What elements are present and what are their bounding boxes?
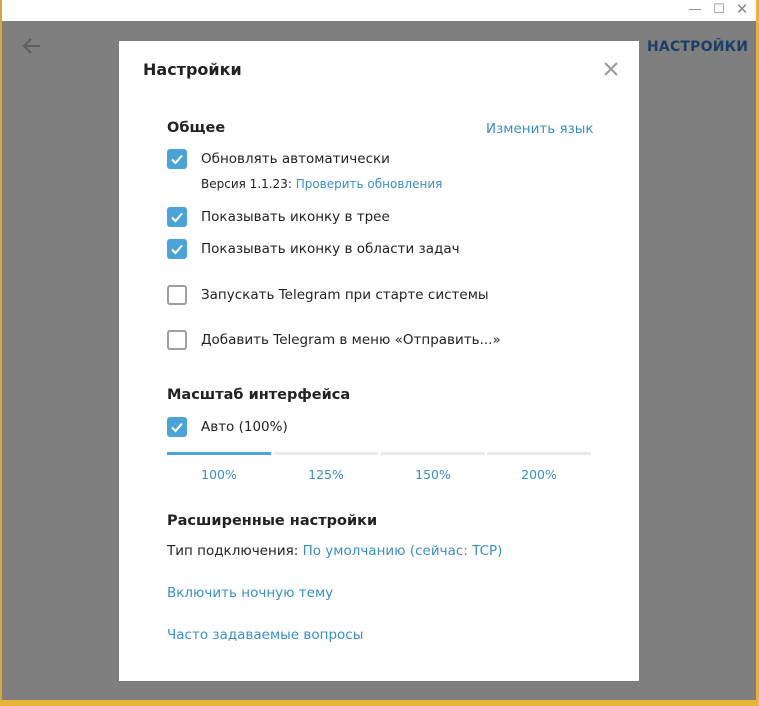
advanced-section-title: Расширенные настройки <box>167 513 378 529</box>
checkmark-icon <box>171 212 183 223</box>
autostart-label: Запускать Telegram при старте системы <box>201 287 489 303</box>
auto-update-label: Обновлять автоматически <box>201 151 390 167</box>
minimize-button[interactable]: — <box>684 0 706 21</box>
scale-option-150[interactable]: 150% <box>381 467 485 482</box>
connection-type-label: Тип подключения: <box>167 543 299 559</box>
desktop-edge-bottom <box>0 700 759 706</box>
taskbar-icon-checkbox-row[interactable]: Показывать иконку в области задач <box>167 238 460 260</box>
arrow-left-icon[interactable] <box>20 34 44 58</box>
auto-scale-checkbox-row[interactable]: Авто (100%) <box>167 416 288 438</box>
autostart-checkbox[interactable] <box>167 285 187 305</box>
auto-scale-checkbox[interactable] <box>167 417 187 437</box>
scale-segment-100[interactable] <box>167 452 271 455</box>
scale-option-100[interactable]: 100% <box>167 467 271 482</box>
night-mode-link[interactable]: Включить ночную тему <box>167 585 333 601</box>
close-icon[interactable] <box>600 58 622 80</box>
version-text: Версия 1.1.23: <box>201 177 292 191</box>
taskbar-icon-label: Показывать иконку в области задач <box>201 241 460 257</box>
checkmark-icon <box>171 422 183 433</box>
checkmark-icon <box>171 154 183 165</box>
send-to-menu-checkbox[interactable] <box>167 330 187 350</box>
autostart-checkbox-row[interactable]: Запускать Telegram при старте системы <box>167 284 489 306</box>
taskbar-icon-checkbox[interactable] <box>167 239 187 259</box>
faq-link[interactable]: Часто задаваемые вопросы <box>167 627 363 643</box>
tray-icon-checkbox-row[interactable]: Показывать иконку в трее <box>167 206 390 228</box>
dialog-title: Настройки <box>143 60 242 79</box>
send-to-menu-label: Добавить Telegram в меню «Отправить...» <box>201 332 501 348</box>
send-to-menu-checkbox-row[interactable]: Добавить Telegram в меню «Отправить...» <box>167 329 501 351</box>
scale-section-title: Масштаб интерфейса <box>167 387 351 403</box>
scale-segment-200[interactable] <box>487 452 591 455</box>
header-settings-label: НАСТРОЙКИ <box>647 39 749 55</box>
version-line: Версия 1.1.23: Проверить обновления <box>201 177 442 191</box>
connection-type-line: Тип подключения: По умолчанию (сейчас: T… <box>167 543 502 559</box>
auto-scale-label: Авто (100%) <box>201 419 288 435</box>
scale-option-200[interactable]: 200% <box>487 467 591 482</box>
settings-dialog: Настройки Общее Изменить язык Обновлять … <box>119 41 639 681</box>
scale-segment-150[interactable] <box>381 452 485 455</box>
tray-icon-label: Показывать иконку в трее <box>201 209 390 225</box>
window-titlebar: — ☐ ✕ <box>2 0 756 21</box>
window-close-button[interactable]: ✕ <box>731 0 753 21</box>
tray-icon-checkbox[interactable] <box>167 207 187 227</box>
auto-update-checkbox-row[interactable]: Обновлять автоматически <box>167 148 390 170</box>
general-section-title: Общее <box>167 120 226 136</box>
checkmark-icon <box>171 244 183 255</box>
connection-type-link[interactable]: По умолчанию (сейчас: TCP) <box>303 543 503 559</box>
maximize-button[interactable]: ☐ <box>708 0 730 21</box>
scale-segment-125[interactable] <box>274 452 378 455</box>
auto-update-checkbox[interactable] <box>167 149 187 169</box>
check-updates-link[interactable]: Проверить обновления <box>296 177 443 191</box>
scale-option-125[interactable]: 125% <box>274 467 378 482</box>
change-language-link[interactable]: Изменить язык <box>486 121 594 137</box>
